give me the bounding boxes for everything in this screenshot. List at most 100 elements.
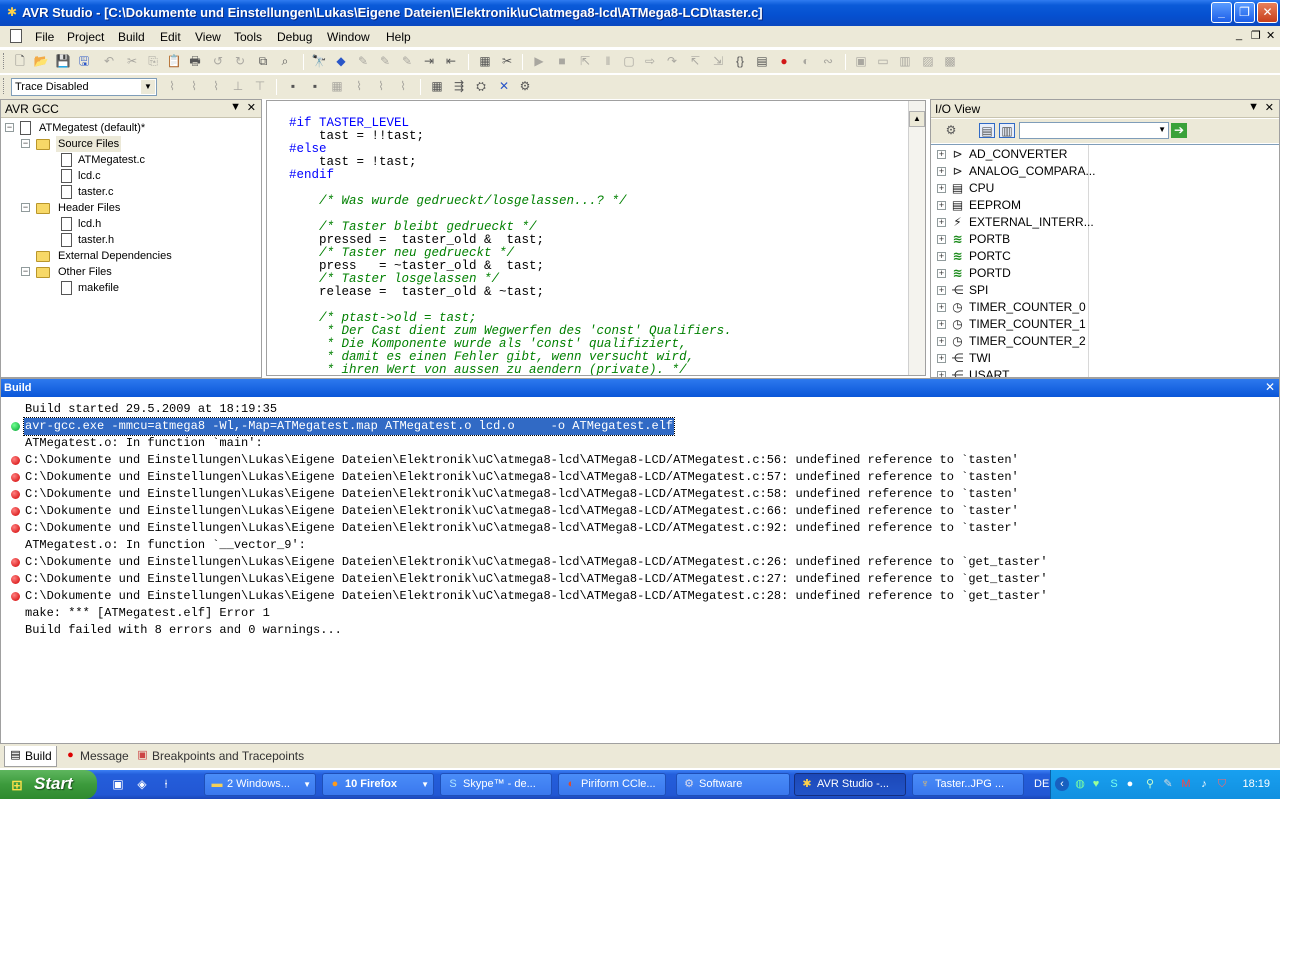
expand-icon[interactable]: + [937, 286, 946, 295]
watch-icon[interactable]: ▣ [853, 54, 869, 69]
cancel-icon[interactable]: ✕ [496, 79, 512, 94]
step-over-icon[interactable]: ↷ [664, 54, 680, 69]
erase-icon[interactable]: ⛭ [473, 79, 489, 94]
expand-icon[interactable]: + [937, 269, 946, 278]
tray-expand-icon[interactable]: ‹ [1055, 777, 1069, 791]
maximize-button[interactable]: ❐ [1234, 2, 1255, 23]
grid-icon[interactable]: ▦ [429, 79, 445, 94]
outdent-icon[interactable]: ⇤ [443, 54, 459, 69]
program-icon[interactable]: ⇶ [451, 79, 467, 94]
code-editor[interactable]: #if TASTER_LEVEL tast = !!tast; #else tas… [266, 100, 926, 376]
error-line[interactable]: C:\Dokumente und Einstellungen\Lukas\Eig… [25, 520, 1019, 537]
output-line[interactable]: Build started 29.5.2009 at 18:19:35 [25, 401, 277, 418]
disconnect-icon[interactable]: ⌇ [373, 79, 389, 94]
tree-file-makefile[interactable]: makefile [61, 280, 241, 296]
task-firefox[interactable]: ● 10 Firefox ▼ [322, 773, 434, 796]
run-to-cursor-icon[interactable]: ⇲ [710, 54, 726, 69]
cut-icon[interactable]: ✂ [124, 54, 140, 69]
indent-icon[interactable]: ⇥ [421, 54, 437, 69]
output-line[interactable]: avr-gcc.exe -mmcu=atmega8 -Wl,-Map=ATMeg… [22, 417, 676, 436]
collapse-icon[interactable]: − [21, 139, 30, 148]
step-into-icon[interactable]: ⇨ [642, 54, 658, 69]
redo-icon[interactable]: ↻ [232, 54, 248, 69]
menu-view[interactable]: View [195, 30, 221, 44]
tree-project-root[interactable]: − ATMegatest (default)* [5, 120, 255, 136]
panel-close-icon[interactable]: ✕ [1265, 101, 1274, 114]
tab-message[interactable]: ● Message [60, 746, 133, 767]
open-file-icon[interactable]: 📂 [33, 54, 49, 69]
close-icon[interactable]: ✕ [1265, 380, 1275, 394]
settings-icon[interactable]: ⚙ [517, 79, 533, 94]
next-bookmark-icon[interactable]: ✎ [355, 54, 371, 69]
step-out-icon[interactable]: ↸ [687, 54, 703, 69]
output-line[interactable]: Build failed with 8 errors and 0 warning… [25, 622, 342, 639]
tree-external-dependencies[interactable]: External Dependencies [36, 248, 256, 264]
tree-file-atmegatest-c[interactable]: ATMegatest.c [61, 152, 241, 168]
task-software[interactable]: ⚙ Software [676, 773, 790, 796]
tray-shield-icon[interactable]: ⛉ [1215, 777, 1229, 791]
menu-build[interactable]: Build [118, 30, 145, 44]
show-desktop-icon[interactable]: ▣ [110, 776, 126, 792]
panel-menu-icon[interactable]: ▼ [230, 101, 241, 113]
find-in-files-icon[interactable]: ⌕ [277, 54, 293, 69]
close-button[interactable]: ✕ [1257, 2, 1278, 23]
error-line[interactable]: C:\Dokumente und Einstellungen\Lukas\Eig… [25, 571, 1048, 588]
task-image-viewer[interactable]: ♆ Taster..JPG ... [912, 773, 1024, 796]
tree-file-lcd-c[interactable]: lcd.c [61, 168, 241, 184]
mdi-restore-icon[interactable]: ❐ [1251, 29, 1261, 42]
undo-icon[interactable]: ↺ [210, 54, 226, 69]
output-line[interactable]: ATMegatest.o: In function `__vector_9': [25, 537, 306, 554]
windows-icon[interactable]: ⧉ [255, 54, 271, 69]
expand-icon[interactable]: + [937, 371, 946, 377]
trace-start-icon[interactable]: ⌇ [208, 79, 224, 94]
auto-connect-icon[interactable]: ⌇ [395, 79, 411, 94]
expand-icon[interactable]: + [937, 184, 946, 193]
error-line[interactable]: C:\Dokumente und Einstellungen\Lukas\Eig… [25, 469, 1019, 486]
tree-source-files[interactable]: − Source Files [21, 136, 251, 152]
paste-icon[interactable]: 📋 [166, 54, 182, 69]
run-icon[interactable]: ▶ [531, 54, 547, 69]
tree-file-lcd-h[interactable]: lcd.h [61, 216, 241, 232]
breakpoint-icon[interactable]: ● [776, 54, 792, 69]
chevron-down-icon[interactable]: ▼ [141, 80, 155, 94]
output-line[interactable]: make: *** [ATMegatest.elf] Error 1 [25, 605, 270, 622]
tray-wireless-icon[interactable]: ⚲ [1143, 777, 1157, 791]
save-all-icon[interactable]: 🖫 [76, 54, 92, 69]
mdi-close-icon[interactable]: ✕ [1266, 29, 1275, 42]
editor-scrollbar[interactable]: ▲ [908, 101, 925, 375]
start-button[interactable]: ⊞ Start [0, 770, 97, 799]
com-icon[interactable]: ▪ [285, 79, 301, 94]
expand-icon[interactable]: + [937, 252, 946, 261]
clear-bookmarks-icon[interactable]: ✎ [399, 54, 415, 69]
tree-other-files[interactable]: − Other Files [21, 264, 251, 280]
expand-icon[interactable]: + [937, 235, 946, 244]
tree-file-taster-h[interactable]: taster.h [61, 232, 241, 248]
menu-edit[interactable]: Edit [160, 30, 181, 44]
trace-select[interactable]: Trace Disabled ▼ [11, 78, 157, 96]
list-view-icon[interactable]: ▥ [999, 123, 1015, 138]
toolbar-grip[interactable] [3, 53, 6, 69]
tray-network-icon[interactable]: ◍ [1073, 777, 1087, 791]
undo-close-icon[interactable]: ↶ [101, 54, 117, 69]
chevron-down-icon[interactable]: ▼ [1158, 125, 1166, 134]
menu-file[interactable]: File [35, 30, 54, 44]
connect-icon[interactable]: ⌇ [351, 79, 367, 94]
tab-breakpoints[interactable]: ▣ Breakpoints and Tracepoints [132, 746, 308, 767]
tray-security-icon[interactable]: ♥ [1089, 777, 1103, 791]
copy-icon[interactable]: ⎘ [145, 54, 161, 69]
io-view-icon[interactable]: ▩ [942, 54, 958, 69]
register-icon[interactable]: ▥ [897, 54, 913, 69]
tray-antivirus-icon[interactable]: M [1179, 777, 1193, 791]
error-line[interactable]: C:\Dokumente und Einstellungen\Lukas\Eig… [25, 503, 1019, 520]
panel-close-icon[interactable]: ✕ [247, 101, 256, 114]
task-skype[interactable]: S Skype™ - de... [440, 773, 552, 796]
task-ccleaner[interactable]: ◐ Piriform CCle... [558, 773, 666, 796]
error-line[interactable]: C:\Dokumente und Einstellungen\Lukas\Eig… [25, 554, 1048, 571]
quickwatch-icon[interactable]: ▤ [754, 54, 770, 69]
build-icon[interactable]: ▦ [477, 54, 493, 69]
break-icon[interactable]: ‖ [600, 54, 616, 69]
reset-icon[interactable]: ▢ [621, 54, 637, 69]
tree-view-icon[interactable]: ▤ [979, 123, 995, 138]
expand-icon[interactable]: + [937, 303, 946, 312]
error-line[interactable]: C:\Dokumente und Einstellungen\Lukas\Eig… [25, 588, 1048, 605]
